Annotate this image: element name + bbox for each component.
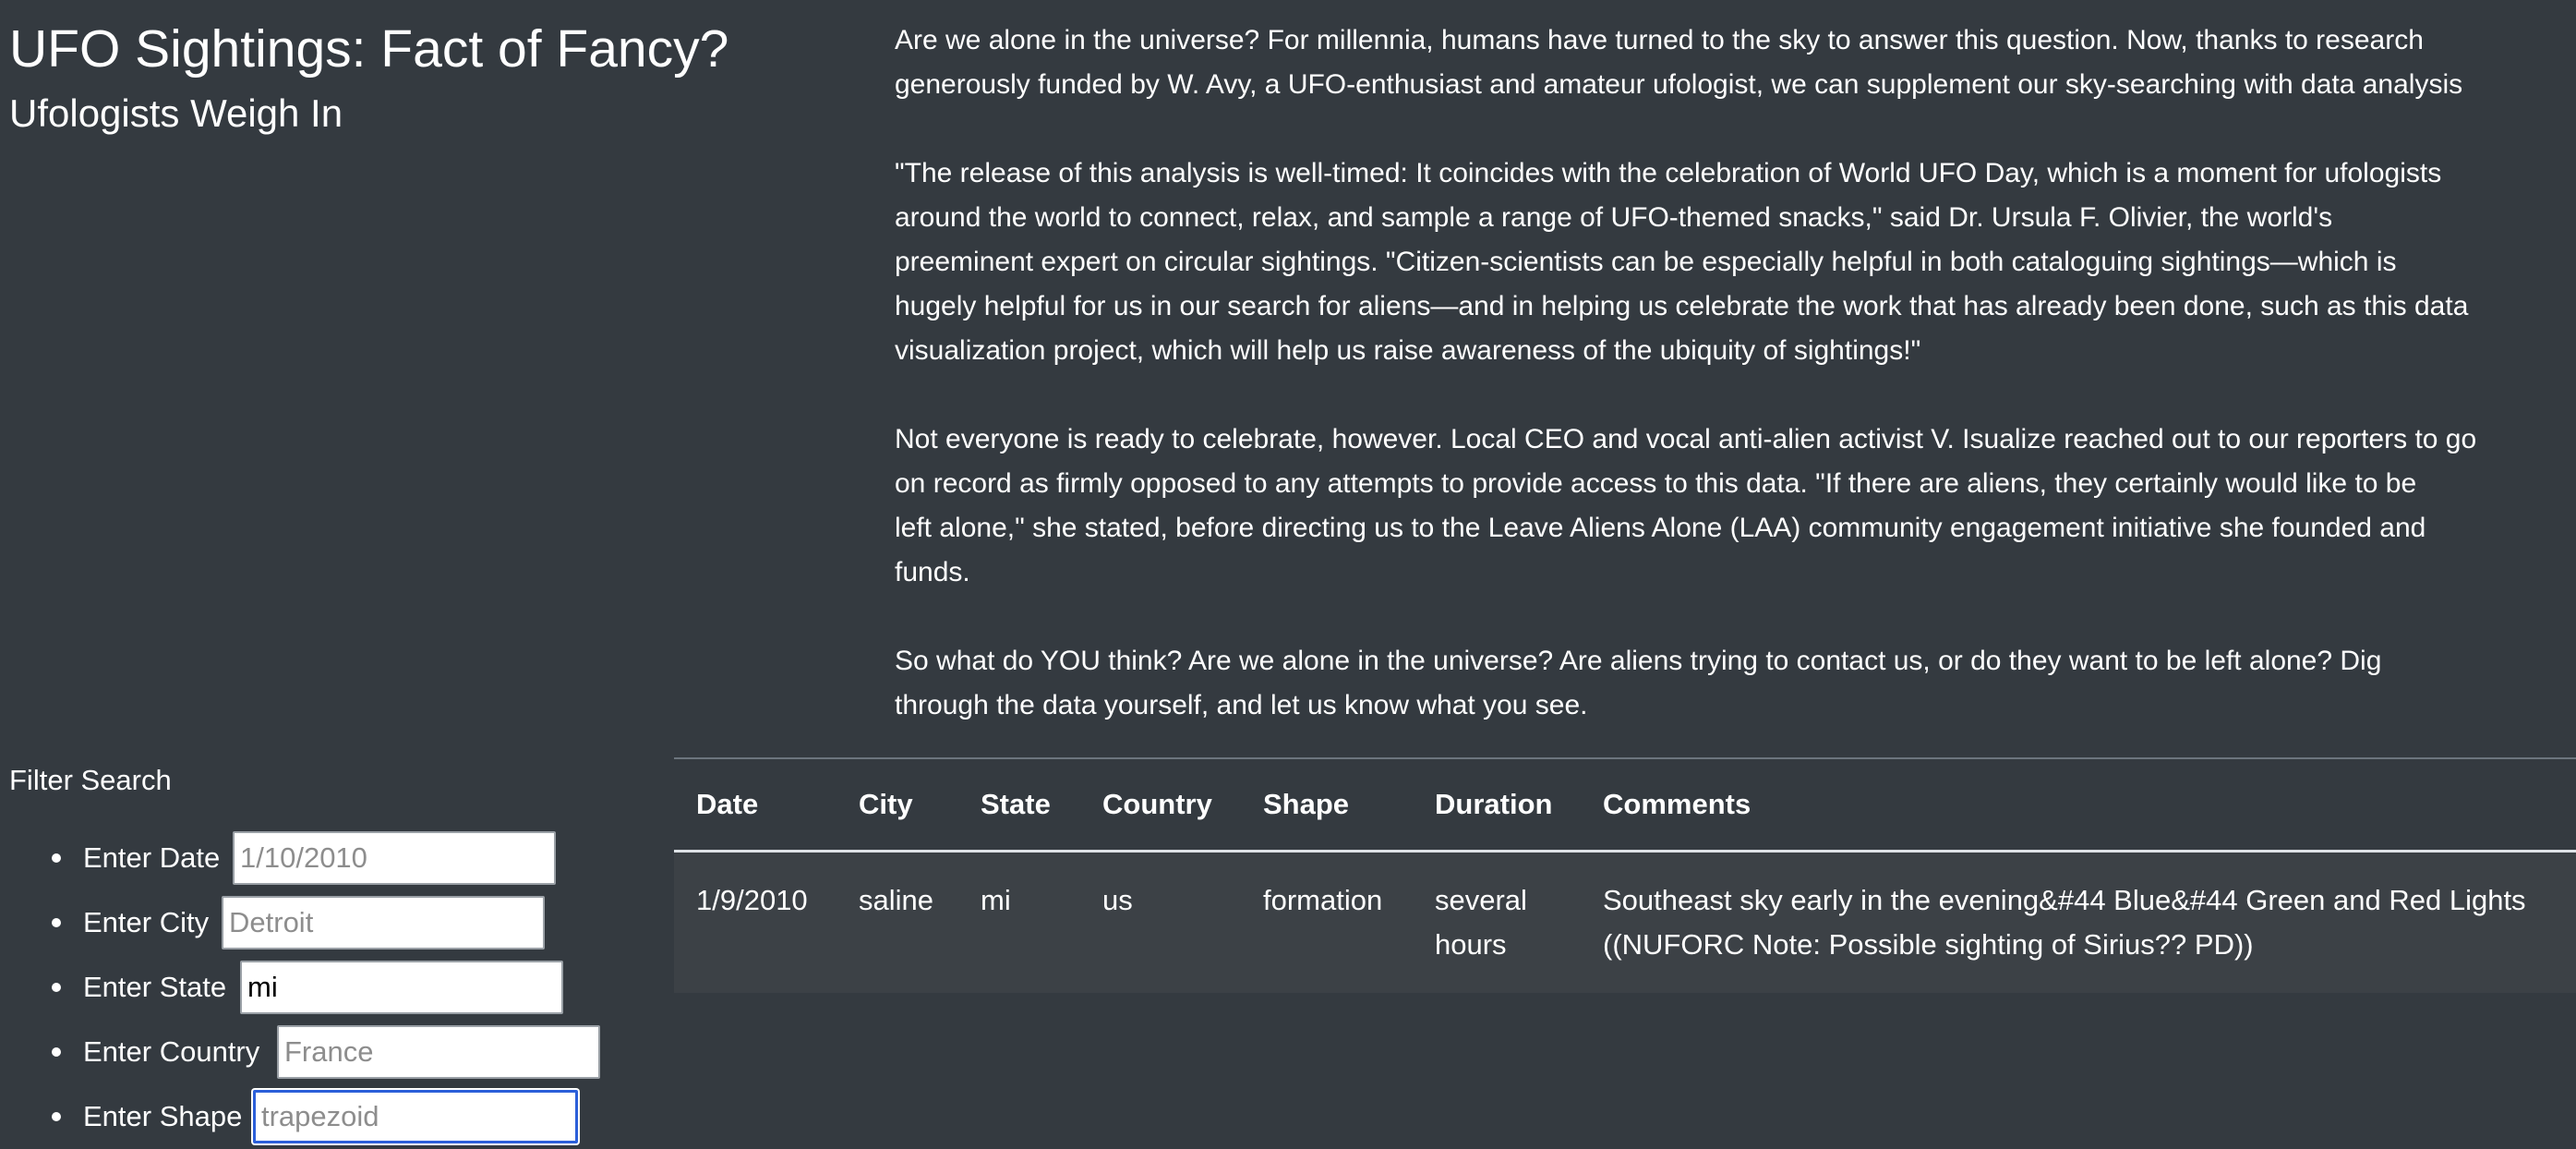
shape-input[interactable] — [253, 1090, 578, 1143]
cell-city: saline — [859, 884, 933, 916]
cell-state: mi — [981, 884, 1011, 916]
bullet-icon — [52, 853, 61, 863]
table-row: 1/9/2010 saline mi us formation several … — [674, 851, 2576, 993]
article-paragraph: "The release of this analysis is well-ti… — [895, 158, 2469, 366]
page-title: UFO Sightings: Fact of Fancy? — [9, 19, 729, 79]
table-body: 1/9/2010 saline mi us formation several … — [674, 851, 2576, 993]
date-input[interactable] — [233, 831, 556, 885]
sightings-table-container: Date City State Country Shape Duration C… — [674, 757, 2576, 993]
article: Are we alone in the universe? For millen… — [895, 18, 2576, 772]
sightings-table: Date City State Country Shape Duration C… — [674, 757, 2576, 993]
cell-shape: formation — [1263, 884, 1383, 916]
filter-search-heading: Filter Search — [9, 764, 172, 796]
bullet-icon — [52, 983, 61, 992]
page: UFO Sightings: Fact of Fancy? Ufologists… — [0, 0, 2576, 1149]
filter-label-city: Enter City — [83, 906, 210, 938]
article-paragraph: Are we alone in the universe? For millen… — [895, 25, 2463, 100]
bullet-icon — [52, 1112, 61, 1121]
column-header-date: Date — [674, 757, 837, 853]
column-header-country: Country — [1080, 757, 1241, 853]
column-header-shape: Shape — [1241, 757, 1413, 853]
state-input[interactable] — [240, 961, 563, 1014]
city-input[interactable] — [222, 896, 545, 949]
country-input[interactable] — [277, 1025, 600, 1079]
column-header-state: State — [958, 757, 1080, 853]
column-header-comments: Comments — [1581, 757, 2576, 853]
article-paragraph: Not everyone is ready to celebrate, howe… — [895, 424, 2477, 587]
column-header-city: City — [837, 757, 958, 853]
article-paragraph: So what do YOU think? Are we alone in th… — [895, 646, 2382, 720]
bullet-icon — [52, 918, 61, 927]
filter-label-date: Enter Date — [83, 841, 221, 874]
cell-comments: Southeast sky early in the evening&#44 B… — [1603, 884, 2526, 961]
cell-date: 1/9/2010 — [696, 884, 808, 916]
bullet-icon — [52, 1047, 61, 1057]
cell-duration: several hours — [1435, 884, 1527, 961]
column-header-duration: Duration — [1413, 757, 1581, 853]
page-subtitle: Ufologists Weigh In — [9, 91, 343, 135]
cell-country: us — [1102, 884, 1133, 916]
table-header: Date City State Country Shape Duration C… — [674, 757, 2576, 853]
filter-label-shape: Enter Shape — [83, 1100, 243, 1132]
table-header-row: Date City State Country Shape Duration C… — [674, 757, 2576, 853]
filter-label-country: Enter Country — [83, 1035, 260, 1068]
filter-label-state: Enter State — [83, 971, 227, 1003]
